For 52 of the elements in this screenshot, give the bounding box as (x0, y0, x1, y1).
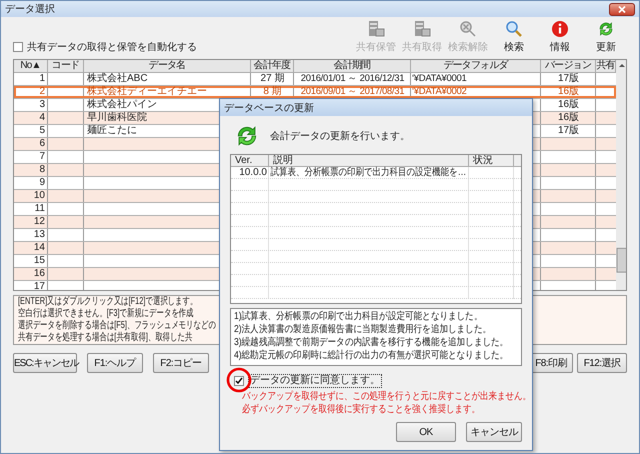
table-cell-text: 株式会社ABC (86, 73, 149, 85)
details-text: 2)法人決算書の製造原価報告書に当期製造費用行を追加しました。 (234, 323, 492, 336)
table-cell-text: 2 (38, 86, 46, 98)
table-cell-text: 14 (32, 242, 46, 254)
warning-text: 必ずバックアップを取得後に実行することを強く推奨します。 (242, 403, 480, 416)
table-cell-text: 2016/09/01 ～ 2017/08/31 (300, 86, 406, 98)
table-cell-text: 1 (38, 73, 46, 85)
table-cell-text: 8 期 (262, 86, 283, 98)
column-header: 説明 (272, 155, 294, 166)
table-cell-text: 10.0.0 (238, 167, 268, 178)
table-cell-text: 4 (38, 112, 46, 124)
table-cell-text: 9 (38, 177, 46, 189)
details-text: 4)総勘定元帳の印刷時に総計行の出力の有無が選択可能となりました。 (234, 349, 508, 362)
column-header: Ver. (234, 155, 254, 166)
table-cell-text: 13 (32, 229, 46, 241)
table-cell-text: 17 (32, 281, 46, 290)
table-cell-text: 16版 (556, 86, 580, 98)
help-text: 共有データを処理する場合は[共有取得]、取得した共 (18, 332, 192, 344)
table-cell-text: 5 (38, 125, 46, 137)
table-cell-text: 早川歯科医院 (86, 112, 148, 124)
table-cell-text: 試算表、分析帳票の印刷で出力科目の設定機能を… (270, 167, 468, 178)
table-cell-text: 12 (32, 216, 46, 228)
help-text: 空白行は選択できません。[F3]で新規にデータを作成 (18, 308, 194, 320)
table-cell-text: 株式会社ディーエイチエー (86, 86, 208, 98)
table-cell-text: 11 (34, 203, 46, 215)
table-cell-text: 16版 (556, 99, 580, 111)
table-cell-text: 2016/01/01 ～ 2016/12/31 (300, 73, 406, 85)
table-cell-text: 株式会社パイン (86, 99, 158, 111)
dialog-title: データベースの更新 (224, 102, 314, 114)
window-title: データ選択 (5, 3, 55, 16)
table-cell-text: 8 (38, 164, 46, 176)
table-cell-text: 6 (38, 138, 46, 150)
table-cell: ‘¥DATA¥0001 (411, 73, 468, 85)
column-header: 状況 (472, 155, 494, 166)
table-cell-text: 7 (38, 151, 46, 163)
details-text: 3)繰越残高調整で前期データの内訳書を移行する機能を追加しました。 (234, 336, 508, 349)
checkbox-label: 共有データの取得と保管を自動化する (27, 40, 197, 54)
agree-label: データの更新に同意します。 (248, 374, 382, 388)
help-text: 選択データを削除する場合は[F5]、フラッシュメモリなどの (18, 320, 216, 332)
help-text: [ENTER]又はダブルクリック又は[F12]で選択します。 (18, 296, 198, 308)
table-cell-text: 17版 (556, 125, 580, 137)
table-cell-text: 16版 (556, 112, 580, 124)
table-cell-text: 16 (32, 268, 46, 280)
table-cell-text: 27 期 (260, 73, 286, 85)
table-cell-text: 10 (32, 190, 46, 202)
table-cell-text: 麺匠こたに (86, 125, 138, 137)
table-cell-text: 3 (38, 99, 46, 111)
warning-text: バックアップを取得せずに、この処理を行うと元に戻すことが出来ません。 (242, 390, 531, 403)
table-cell-text: 15 (32, 255, 46, 267)
table-cell-text: 17版 (556, 73, 580, 85)
details-text: 1)試算表、分析帳票の印刷で出力科目が設定可能となりました。 (234, 310, 482, 323)
table-cell: ‘¥DATA¥0002 (411, 86, 468, 98)
